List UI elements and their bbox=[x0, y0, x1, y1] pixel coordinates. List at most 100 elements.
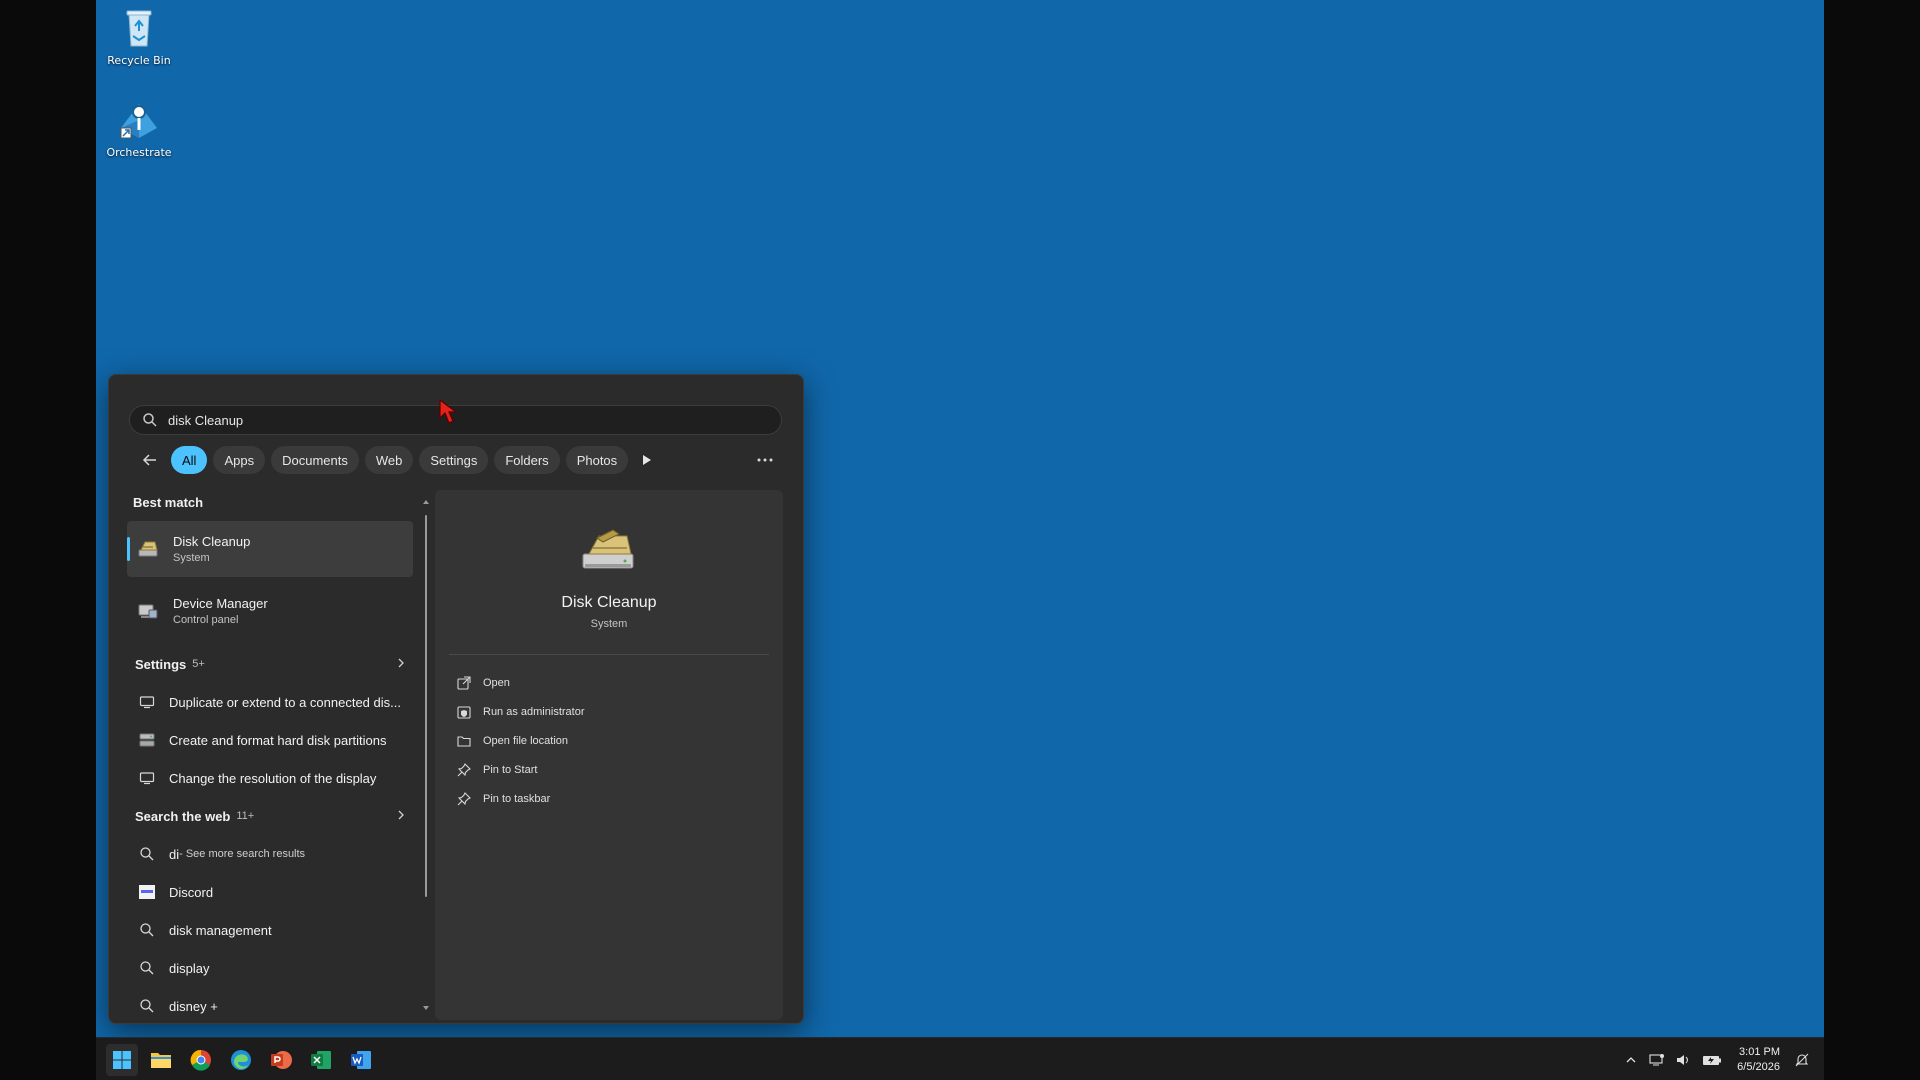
scroll-down-icon[interactable] bbox=[423, 1005, 429, 1011]
taskbar-start-button[interactable] bbox=[106, 1044, 138, 1076]
search-icon bbox=[143, 413, 157, 427]
result-web-discord[interactable]: Discord bbox=[127, 873, 413, 911]
action-label: Pin to Start bbox=[483, 763, 538, 776]
notification-icon bbox=[1795, 1053, 1809, 1066]
disk-cleanup-icon bbox=[582, 529, 634, 569]
filter-photos[interactable]: Photos bbox=[565, 446, 629, 474]
filter-documents[interactable]: Documents bbox=[271, 446, 359, 474]
shield-icon bbox=[457, 705, 471, 719]
taskbar-word[interactable] bbox=[345, 1044, 377, 1076]
scrollbar-thumb[interactable] bbox=[425, 515, 427, 897]
search-web-count: 11+ bbox=[236, 810, 255, 822]
settings-section-heading[interactable]: Settings 5+ bbox=[127, 645, 413, 683]
arrow-left-icon bbox=[142, 454, 156, 466]
result-label: Create and format hard disk partitions bbox=[169, 732, 387, 748]
result-label: di bbox=[169, 846, 180, 862]
clock-date: 6/5/2026 bbox=[1737, 1060, 1780, 1073]
display-icon bbox=[139, 772, 155, 785]
result-web-disk-management[interactable]: disk management bbox=[127, 911, 413, 949]
action-open[interactable]: Open bbox=[457, 668, 585, 697]
result-label: display bbox=[169, 960, 210, 976]
recycle-bin-icon bbox=[126, 10, 152, 47]
search-icon bbox=[140, 961, 154, 975]
search-icon bbox=[140, 923, 154, 937]
filter-all[interactable]: All bbox=[171, 446, 208, 474]
action-pin-to-start[interactable]: Pin to Start bbox=[457, 755, 585, 784]
preview-subtitle: System bbox=[590, 618, 628, 630]
results-scrollbar[interactable] bbox=[423, 499, 429, 1011]
desktop-icon-label: Orchestrate bbox=[106, 146, 172, 159]
taskbar-excel[interactable] bbox=[305, 1044, 337, 1076]
disk-cleanup-icon bbox=[138, 541, 158, 557]
search-input[interactable] bbox=[168, 412, 768, 428]
more-horizontal-icon bbox=[757, 458, 773, 462]
result-settings-display-resolution[interactable]: Change the resolution of the display bbox=[127, 759, 413, 797]
clock-time: 3:01 PM bbox=[1739, 1045, 1780, 1058]
filter-scroll-right-button[interactable] bbox=[634, 446, 660, 474]
desktop-icon-label: Recycle Bin bbox=[107, 54, 171, 67]
desktop-icon-orchestrate[interactable]: Orchestrate bbox=[99, 98, 179, 159]
action-pin-to-taskbar[interactable]: Pin to taskbar bbox=[457, 784, 585, 813]
search-filter-row: All Apps Documents Web Settings Folders … bbox=[139, 445, 660, 475]
desktop-icon-recycle-bin[interactable]: Recycle Bin bbox=[99, 6, 179, 67]
tray-volume[interactable] bbox=[1675, 1052, 1691, 1068]
preview-actions: Open Run as administrator Open file loca… bbox=[457, 668, 585, 813]
scroll-up-icon[interactable] bbox=[423, 499, 429, 505]
device-manager-icon bbox=[138, 604, 158, 619]
taskbar-chrome[interactable] bbox=[185, 1044, 217, 1076]
result-web-disney[interactable]: disney + bbox=[127, 987, 413, 1015]
best-match-heading: Best match bbox=[133, 494, 204, 510]
discord-thumbnail-icon bbox=[139, 885, 155, 899]
pin-icon bbox=[457, 791, 471, 805]
tray-network[interactable] bbox=[1649, 1052, 1665, 1068]
taskbar-clock[interactable]: 3:01 PM 6/5/2026 bbox=[1737, 1045, 1780, 1075]
play-icon bbox=[643, 455, 652, 465]
filter-settings[interactable]: Settings bbox=[419, 446, 489, 474]
action-run-as-admin[interactable]: Run as administrator bbox=[457, 697, 585, 726]
result-suffix: - See more search results bbox=[179, 848, 306, 860]
result-web-display[interactable]: display bbox=[127, 949, 413, 987]
taskbar: 3:01 PM 6/5/2026 bbox=[96, 1037, 1824, 1080]
desktop: Recycle Bin Orchestrate disk Cleanup All… bbox=[96, 0, 1824, 1080]
result-web-see-more[interactable]: di - See more search results bbox=[127, 835, 413, 873]
result-disk-cleanup[interactable]: Disk Cleanup System bbox=[127, 521, 413, 577]
tray-overflow-button[interactable] bbox=[1623, 1052, 1639, 1068]
result-title: Device Manager bbox=[173, 596, 268, 611]
battery-icon bbox=[1703, 1055, 1722, 1065]
result-preview-pane: Disk Cleanup System Open Run as administ… bbox=[435, 490, 783, 1020]
tray-battery[interactable] bbox=[1701, 1052, 1723, 1068]
chrome-icon bbox=[190, 1049, 211, 1071]
word-icon bbox=[351, 1051, 371, 1069]
chevron-right-icon bbox=[398, 658, 404, 668]
mouse-cursor-icon bbox=[439, 398, 458, 424]
disk-management-icon bbox=[139, 733, 155, 747]
taskbar-powerpoint[interactable] bbox=[265, 1044, 297, 1076]
start-icon bbox=[113, 1051, 131, 1069]
back-button[interactable] bbox=[139, 449, 161, 471]
result-device-manager[interactable]: Device Manager Control panel bbox=[127, 583, 413, 639]
filter-web[interactable]: Web bbox=[364, 446, 414, 474]
filter-apps[interactable]: Apps bbox=[213, 446, 266, 474]
action-label: Open file location bbox=[483, 734, 568, 747]
search-web-section-heading[interactable]: Search the web 11+ bbox=[127, 797, 413, 835]
result-settings-duplicate-display[interactable]: Duplicate or extend to a connected dis..… bbox=[127, 683, 413, 721]
more-options-button[interactable] bbox=[753, 451, 777, 469]
action-label: Open bbox=[483, 676, 510, 689]
chevron-right-icon bbox=[398, 810, 404, 820]
result-settings-disk-partitions[interactable]: Create and format hard disk partitions bbox=[127, 721, 413, 759]
volume-icon bbox=[1677, 1054, 1689, 1065]
action-label: Pin to taskbar bbox=[483, 792, 551, 805]
taskbar-file-explorer[interactable] bbox=[145, 1044, 177, 1076]
search-icon bbox=[140, 847, 154, 861]
tray-notifications[interactable] bbox=[1794, 1052, 1810, 1068]
taskbar-edge[interactable] bbox=[225, 1044, 257, 1076]
result-label: Discord bbox=[169, 884, 214, 900]
system-tray: 3:01 PM 6/5/2026 bbox=[1623, 1038, 1810, 1080]
result-subtitle: Control panel bbox=[173, 614, 239, 626]
action-open-file-location[interactable]: Open file location bbox=[457, 726, 585, 755]
display-icon bbox=[139, 696, 155, 709]
settings-count: 5+ bbox=[192, 658, 205, 670]
orchestrate-icon bbox=[120, 104, 157, 139]
preview-title: Disk Cleanup bbox=[561, 594, 657, 611]
filter-folders[interactable]: Folders bbox=[494, 446, 560, 474]
